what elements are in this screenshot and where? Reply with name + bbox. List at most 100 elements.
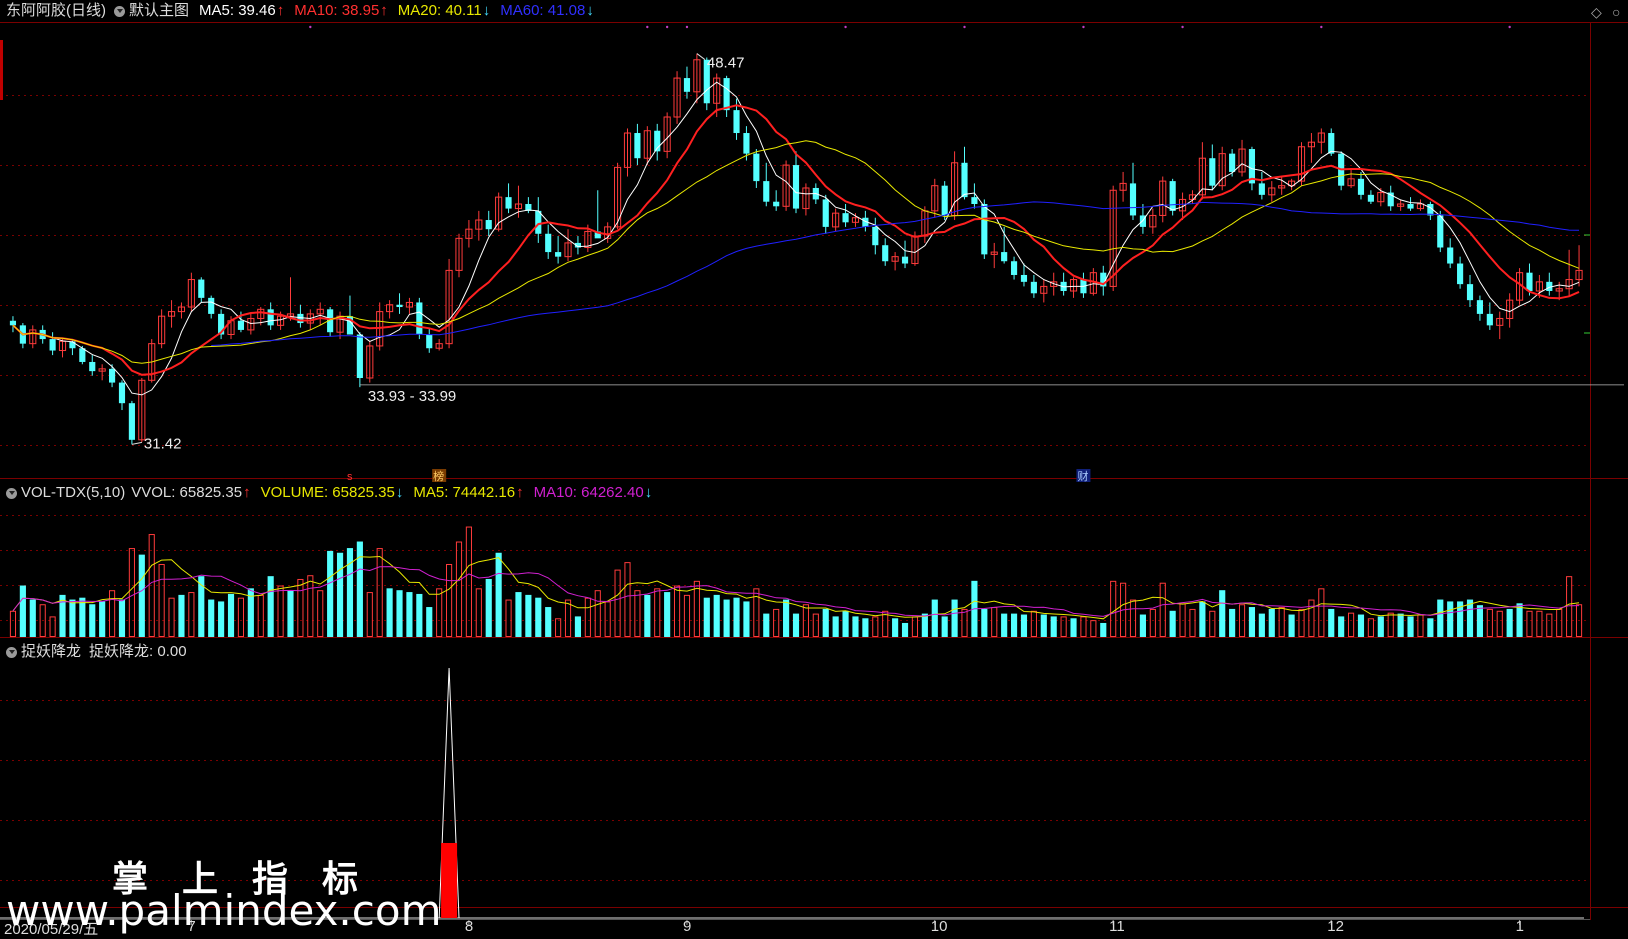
volume-bar: [1328, 608, 1335, 637]
volume-bar: [1546, 613, 1553, 637]
volume-bar: [1506, 608, 1513, 637]
candle-body: [634, 133, 641, 159]
dropdown-icon[interactable]: [114, 5, 125, 17]
candle-body: [763, 181, 770, 202]
marker-cai: 财: [1077, 469, 1088, 483]
volume-bar: [604, 601, 611, 638]
candle-body: [1001, 252, 1008, 262]
candle-body: [396, 304, 403, 308]
volume-bar: [446, 563, 453, 638]
volume-bar: [693, 580, 700, 638]
down-arrow-icon: ↓: [395, 484, 404, 501]
volume-bar: [227, 593, 235, 637]
volume-bar: [673, 585, 681, 638]
volume-bar: [69, 599, 76, 637]
candle-body: [1457, 263, 1464, 285]
volume-bar: [19, 585, 26, 637]
vol-indicator-name[interactable]: VOL-TDX(5,10): [21, 482, 125, 504]
indicator-name[interactable]: 捉妖降龙: [21, 641, 81, 663]
volume-bar: [1536, 610, 1543, 637]
volume-bar: [336, 552, 344, 637]
candle-body: [49, 339, 56, 351]
volume-bar: [1080, 616, 1087, 638]
indicator-pane-header: 捉妖降龙 捉妖降龙: 0.00: [0, 641, 187, 663]
volume-bar: [1248, 607, 1256, 637]
volume-bar: [1159, 582, 1166, 637]
down-arrow-icon: ↓: [586, 2, 594, 19]
volume-bar: [1278, 607, 1285, 637]
left-marker: [0, 40, 3, 100]
dropdown-icon[interactable]: [6, 487, 17, 499]
volume-bar: [426, 607, 433, 637]
volume-bar: [683, 594, 691, 638]
high-label: 48.47: [707, 55, 745, 72]
candle-body: [1328, 133, 1335, 154]
volume-bar: [138, 554, 145, 637]
ma5-line: [12, 81, 1580, 396]
vol-ma10-readout: MA10: 64262.40: [533, 484, 644, 501]
volume-bar: [773, 608, 780, 637]
up-arrow-icon: ↑: [380, 2, 388, 19]
up-arrow-icon: ↑: [243, 484, 251, 501]
candle-body: [1209, 158, 1216, 186]
volume-bar: [257, 594, 264, 638]
candle-body: [485, 220, 492, 230]
volume-bar: [1100, 622, 1107, 637]
candle-body: [733, 110, 740, 134]
candle-body: [555, 252, 562, 257]
candle-body: [1367, 194, 1374, 202]
volume-bar: [1020, 614, 1028, 637]
volume-bar: [1149, 608, 1156, 637]
candle-body: [882, 245, 889, 262]
volume-bar: [396, 590, 403, 637]
volume-bar: [1060, 616, 1067, 638]
volume-bar: [644, 594, 651, 637]
volume-bar: [783, 599, 790, 637]
volume-bar: [1288, 614, 1295, 637]
volume-bar: [1129, 599, 1137, 637]
volume-bar: [842, 610, 849, 637]
zoom-icon[interactable]: ○: [1612, 4, 1620, 20]
candle-body: [971, 197, 978, 204]
month-label: 11: [1109, 918, 1125, 935]
signal-dot: [309, 25, 312, 29]
candle-body: [535, 210, 542, 234]
volume-bar: [634, 590, 641, 638]
volume-bar: [515, 592, 522, 637]
volume-bar: [1437, 599, 1444, 637]
vol-ma5-readout: MA5: 74442.16: [413, 484, 516, 501]
volume-bar: [1199, 601, 1206, 637]
candle-body: [1526, 272, 1533, 291]
vvol-readout: VVOL: 65825.35: [131, 484, 243, 501]
candle-body: [9, 320, 17, 326]
volume-bar: [1139, 614, 1146, 637]
volume-bar: [109, 590, 116, 638]
volume-bar: [1169, 610, 1176, 637]
stock-chart-stage[interactable]: 48.4731.4233.93 - 33.99s 榜财: [0, 0, 1628, 939]
volume-bar: [1397, 613, 1404, 637]
volume-bar: [29, 599, 36, 637]
month-label: 8: [464, 918, 474, 935]
volume-bar: [317, 590, 324, 638]
volume-bar: [921, 613, 928, 637]
stock-title[interactable]: 东阿阿胶(日线): [6, 0, 106, 22]
down-arrow-icon: ↓: [644, 484, 653, 501]
candle-body: [267, 309, 274, 326]
volume-bar: [1377, 616, 1384, 637]
volume-bar: [1476, 605, 1483, 637]
candle-body: [109, 368, 116, 383]
volume-bar: [1010, 613, 1018, 637]
volume-bar: [852, 616, 859, 637]
volume-bar: [1050, 616, 1057, 637]
volume-bar: [664, 592, 671, 637]
dropdown-icon[interactable]: [6, 646, 17, 658]
volume-bar: [1516, 603, 1523, 637]
main-chart-name[interactable]: 默认主图: [129, 0, 189, 22]
candle-body: [416, 302, 423, 335]
diamond-icon[interactable]: ◇: [1591, 4, 1602, 21]
volume-bar: [267, 576, 274, 637]
candlestick-series: [9, 53, 1583, 445]
candle-body: [941, 185, 948, 216]
moving-average-lines: [12, 81, 1580, 396]
volume-bar: [743, 601, 750, 637]
